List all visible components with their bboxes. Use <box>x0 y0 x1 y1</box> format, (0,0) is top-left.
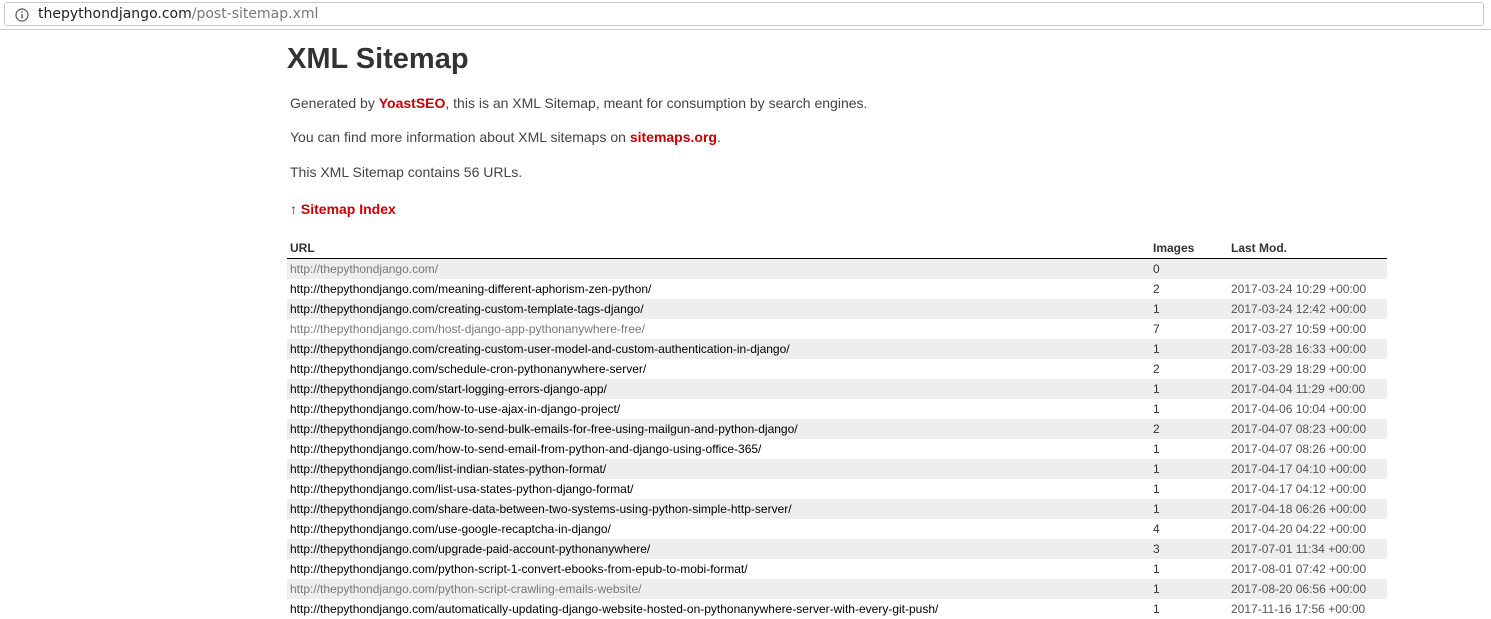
row-url-link[interactable]: http://thepythondjango.com/meaning-diffe… <box>287 279 1150 299</box>
table-row: http://thepythondjango.com/python-script… <box>287 559 1387 579</box>
row-url-link[interactable]: http://thepythondjango.com/host-django-a… <box>287 319 1150 339</box>
row-url-link[interactable]: http://thepythondjango.com/automatically… <box>287 599 1150 619</box>
row-images-count: 1 <box>1150 559 1228 579</box>
row-images-count: 1 <box>1150 599 1228 619</box>
intro-prefix: Generated by <box>290 95 379 111</box>
table-row: http://thepythondjango.com/creating-cust… <box>287 339 1387 359</box>
row-url-link[interactable]: http://thepythondjango.com/use-google-re… <box>287 519 1150 539</box>
row-images-count: 2 <box>1150 419 1228 439</box>
row-url-link[interactable]: http://thepythondjango.com/start-logging… <box>287 379 1150 399</box>
table-header-row: URL Images Last Mod. <box>287 238 1387 259</box>
url-path: /post-sitemap.xml <box>192 6 319 22</box>
table-row: http://thepythondjango.com/schedule-cron… <box>287 359 1387 379</box>
row-last-mod: 2017-04-18 06:26 +00:00 <box>1228 499 1387 519</box>
table-row: http://thepythondjango.com/start-logging… <box>287 379 1387 399</box>
header-url: URL <box>287 238 1150 259</box>
row-images-count: 1 <box>1150 299 1228 319</box>
row-last-mod: 2017-04-07 08:26 +00:00 <box>1228 439 1387 459</box>
row-last-mod: 2017-03-24 12:42 +00:00 <box>1228 299 1387 319</box>
sitemap-index-link[interactable]: ↑ Sitemap Index <box>290 200 396 218</box>
row-images-count: 1 <box>1150 399 1228 419</box>
row-last-mod: 2017-11-16 17:56 +00:00 <box>1228 599 1387 619</box>
info-text: You can find more information about XML … <box>290 128 721 146</box>
page-title: XML Sitemap <box>287 41 469 77</box>
table-row: http://thepythondjango.com/meaning-diffe… <box>287 279 1387 299</box>
row-last-mod <box>1228 259 1387 280</box>
row-url-link[interactable]: http://thepythondjango.com/how-to-send-b… <box>287 419 1150 439</box>
yoastseo-link[interactable]: YoastSEO <box>379 95 446 111</box>
table-row: http://thepythondjango.com/0 <box>287 259 1387 280</box>
url-count-text: This XML Sitemap contains 56 URLs. <box>290 163 522 181</box>
row-images-count: 7 <box>1150 319 1228 339</box>
intro-text: Generated by YoastSEO, this is an XML Si… <box>290 94 867 112</box>
row-images-count: 1 <box>1150 439 1228 459</box>
row-url-link[interactable]: http://thepythondjango.com/share-data-be… <box>287 499 1150 519</box>
row-images-count: 1 <box>1150 339 1228 359</box>
row-url-link[interactable]: http://thepythondjango.com/creating-cust… <box>287 299 1150 319</box>
url-field[interactable]: thepythondjango.com/post-sitemap.xml <box>4 2 1484 26</box>
row-images-count: 1 <box>1150 459 1228 479</box>
table-row: http://thepythondjango.com/how-to-send-e… <box>287 439 1387 459</box>
row-last-mod: 2017-03-27 10:59 +00:00 <box>1228 319 1387 339</box>
row-last-mod: 2017-08-20 06:56 +00:00 <box>1228 579 1387 599</box>
row-url-link[interactable]: http://thepythondjango.com/how-to-send-e… <box>287 439 1150 459</box>
row-images-count: 1 <box>1150 479 1228 499</box>
row-last-mod: 2017-04-06 10:04 +00:00 <box>1228 399 1387 419</box>
row-url-link[interactable]: http://thepythondjango.com/ <box>287 259 1150 280</box>
row-last-mod: 2017-07-01 11:34 +00:00 <box>1228 539 1387 559</box>
table-row: http://thepythondjango.com/automatically… <box>287 599 1387 619</box>
row-url-link[interactable]: http://thepythondjango.com/list-usa-stat… <box>287 479 1150 499</box>
row-last-mod: 2017-03-29 18:29 +00:00 <box>1228 359 1387 379</box>
header-last-mod: Last Mod. <box>1228 238 1387 259</box>
row-last-mod: 2017-03-28 16:33 +00:00 <box>1228 339 1387 359</box>
row-url-link[interactable]: http://thepythondjango.com/python-script… <box>287 559 1150 579</box>
intro-suffix: , this is an XML Sitemap, meant for cons… <box>445 95 867 111</box>
table-row: http://thepythondjango.com/how-to-use-aj… <box>287 399 1387 419</box>
row-last-mod: 2017-04-20 04:22 +00:00 <box>1228 519 1387 539</box>
row-images-count: 1 <box>1150 499 1228 519</box>
table-row: http://thepythondjango.com/share-data-be… <box>287 499 1387 519</box>
sitemaps-org-link[interactable]: sitemaps.org <box>630 129 717 145</box>
info-icon[interactable] <box>15 8 29 22</box>
row-last-mod: 2017-04-17 04:12 +00:00 <box>1228 479 1387 499</box>
browser-address-bar: thepythondjango.com/post-sitemap.xml <box>0 0 1491 30</box>
row-last-mod: 2017-04-04 11:29 +00:00 <box>1228 379 1387 399</box>
table-row: http://thepythondjango.com/use-google-re… <box>287 519 1387 539</box>
table-row: http://thepythondjango.com/list-indian-s… <box>287 459 1387 479</box>
row-images-count: 2 <box>1150 279 1228 299</box>
row-last-mod: 2017-04-17 04:10 +00:00 <box>1228 459 1387 479</box>
row-url-link[interactable]: http://thepythondjango.com/how-to-use-aj… <box>287 399 1150 419</box>
row-last-mod: 2017-04-07 08:23 +00:00 <box>1228 419 1387 439</box>
url-text[interactable]: thepythondjango.com/post-sitemap.xml <box>38 6 318 22</box>
row-last-mod: 2017-03-24 10:29 +00:00 <box>1228 279 1387 299</box>
row-images-count: 3 <box>1150 539 1228 559</box>
row-images-count: 2 <box>1150 359 1228 379</box>
sitemap-table: URL Images Last Mod. http://thepythondja… <box>287 238 1387 619</box>
table-row: http://thepythondjango.com/how-to-send-b… <box>287 419 1387 439</box>
table-row: http://thepythondjango.com/upgrade-paid-… <box>287 539 1387 559</box>
row-images-count: 1 <box>1150 379 1228 399</box>
row-images-count: 1 <box>1150 579 1228 599</box>
row-url-link[interactable]: http://thepythondjango.com/python-script… <box>287 579 1150 599</box>
table-body: http://thepythondjango.com/0http://thepy… <box>287 259 1387 619</box>
info-suffix: . <box>717 129 721 145</box>
table-row: http://thepythondjango.com/list-usa-stat… <box>287 479 1387 499</box>
row-url-link[interactable]: http://thepythondjango.com/list-indian-s… <box>287 459 1150 479</box>
row-last-mod: 2017-08-01 07:42 +00:00 <box>1228 559 1387 579</box>
info-prefix: You can find more information about XML … <box>290 129 630 145</box>
row-images-count: 4 <box>1150 519 1228 539</box>
url-domain: thepythondjango.com <box>38 6 192 22</box>
header-images: Images <box>1150 238 1228 259</box>
row-url-link[interactable]: http://thepythondjango.com/upgrade-paid-… <box>287 539 1150 559</box>
table-row: http://thepythondjango.com/python-script… <box>287 579 1387 599</box>
table-row: http://thepythondjango.com/creating-cust… <box>287 299 1387 319</box>
row-images-count: 0 <box>1150 259 1228 280</box>
row-url-link[interactable]: http://thepythondjango.com/schedule-cron… <box>287 359 1150 379</box>
row-url-link[interactable]: http://thepythondjango.com/creating-cust… <box>287 339 1150 359</box>
table-row: http://thepythondjango.com/host-django-a… <box>287 319 1387 339</box>
